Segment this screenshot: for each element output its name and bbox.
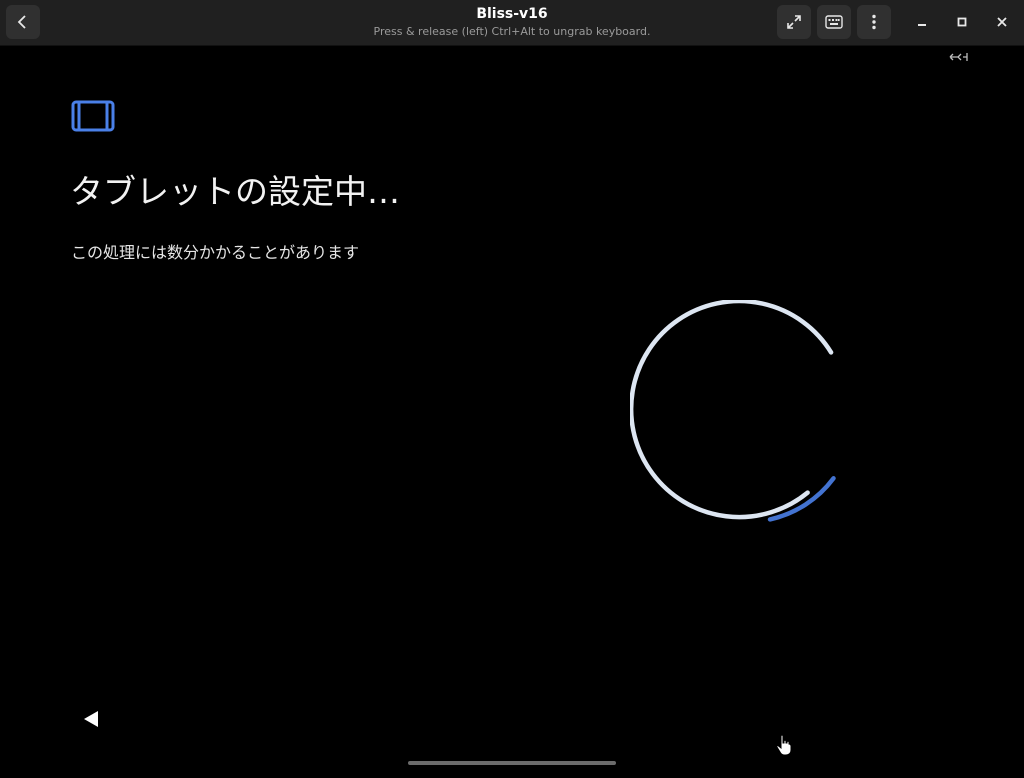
window-title: Bliss-v16 — [476, 6, 548, 22]
keyboard-button[interactable] — [817, 5, 851, 39]
tablet-icon — [71, 100, 115, 132]
window-subtitle: Press & release (left) Ctrl+Alt to ungra… — [373, 25, 651, 38]
loading-spinner — [630, 300, 836, 522]
resize-arrows-icon — [949, 53, 968, 61]
minimize-button[interactable] — [910, 10, 934, 34]
menu-button[interactable] — [857, 5, 891, 39]
guest-display[interactable]: タブレットの設定中… この処理には数分かかることがあります — [0, 47, 1024, 778]
title-bar: Bliss-v16 Press & release (left) Ctrl+Al… — [0, 0, 1024, 46]
close-icon — [997, 17, 1007, 27]
nav-back-icon[interactable] — [82, 710, 100, 728]
minimize-icon — [918, 24, 926, 26]
maximize-icon — [957, 17, 967, 27]
hand-cursor-icon — [776, 734, 792, 756]
fullscreen-icon — [787, 15, 801, 29]
maximize-button[interactable] — [950, 10, 974, 34]
chevron-left-icon — [17, 15, 26, 29]
keyboard-icon — [825, 15, 843, 29]
page-description: この処理には数分かかることがあります — [71, 243, 360, 262]
home-indicator[interactable] — [408, 761, 616, 765]
fullscreen-button[interactable] — [777, 5, 811, 39]
vertical-dots-icon — [872, 14, 876, 30]
window-title-area: Bliss-v16 Press & release (left) Ctrl+Al… — [312, 4, 712, 40]
page-title: タブレットの設定中… — [70, 172, 400, 211]
back-button[interactable] — [6, 5, 40, 39]
close-button[interactable] — [990, 10, 1014, 34]
